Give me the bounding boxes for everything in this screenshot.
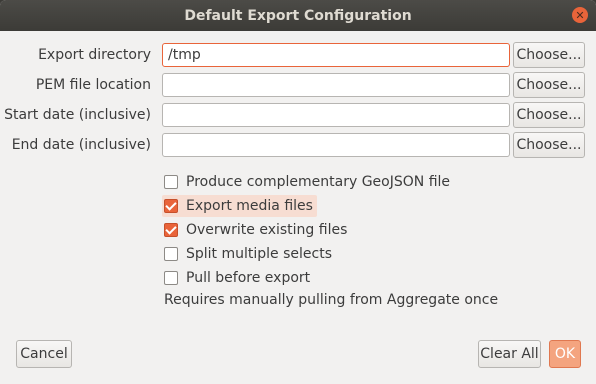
pull-before-export-checkbox-label: Pull before export [186, 270, 311, 286]
start-date-choose-button[interactable]: Choose... [513, 102, 585, 128]
window-title: Default Export Configuration [184, 7, 412, 24]
export-directory-input[interactable] [162, 43, 510, 67]
checkbox-checked-icon [164, 199, 178, 213]
end-date-input[interactable] [162, 133, 510, 157]
overwrite-checkbox[interactable]: Overwrite existing files [162, 219, 351, 241]
ok-button[interactable]: OK [549, 340, 581, 368]
checkbox-unchecked-icon [164, 247, 178, 261]
export-media-checkbox[interactable]: Export media files [162, 195, 317, 217]
dialog-window: Default Export Configuration ✕ Export di… [0, 0, 596, 384]
checkbox-unchecked-icon [164, 175, 178, 189]
export-directory-choose-button[interactable]: Choose... [513, 42, 585, 68]
cancel-button[interactable]: Cancel [16, 340, 72, 368]
title-bar[interactable]: Default Export Configuration ✕ [0, 0, 596, 31]
start-date-label: Start date (inclusive) [4, 107, 151, 123]
overwrite-checkbox-label: Overwrite existing files [186, 222, 348, 238]
geojson-checkbox[interactable]: Produce complementary GeoJSON file [162, 171, 454, 193]
checkbox-checked-icon [164, 223, 178, 237]
export-media-checkbox-label: Export media files [186, 198, 313, 214]
pem-file-input[interactable] [162, 73, 510, 97]
close-icon[interactable]: ✕ [572, 7, 588, 23]
pem-file-label: PEM file location [35, 77, 151, 93]
pull-before-export-checkbox[interactable]: Pull before export [162, 267, 314, 289]
export-directory-label: Export directory [38, 47, 151, 63]
pem-file-choose-button[interactable]: Choose... [513, 72, 585, 98]
pull-note: Requires manually pulling from Aggregate… [164, 292, 499, 308]
clear-all-button[interactable]: Clear All [478, 340, 541, 368]
geojson-checkbox-label: Produce complementary GeoJSON file [186, 174, 451, 190]
checkbox-unchecked-icon [164, 271, 178, 285]
split-selects-checkbox-label: Split multiple selects [186, 246, 333, 262]
split-selects-checkbox[interactable]: Split multiple selects [162, 243, 336, 265]
end-date-choose-button[interactable]: Choose... [513, 132, 585, 158]
start-date-input[interactable] [162, 103, 510, 127]
end-date-label: End date (inclusive) [11, 137, 151, 153]
